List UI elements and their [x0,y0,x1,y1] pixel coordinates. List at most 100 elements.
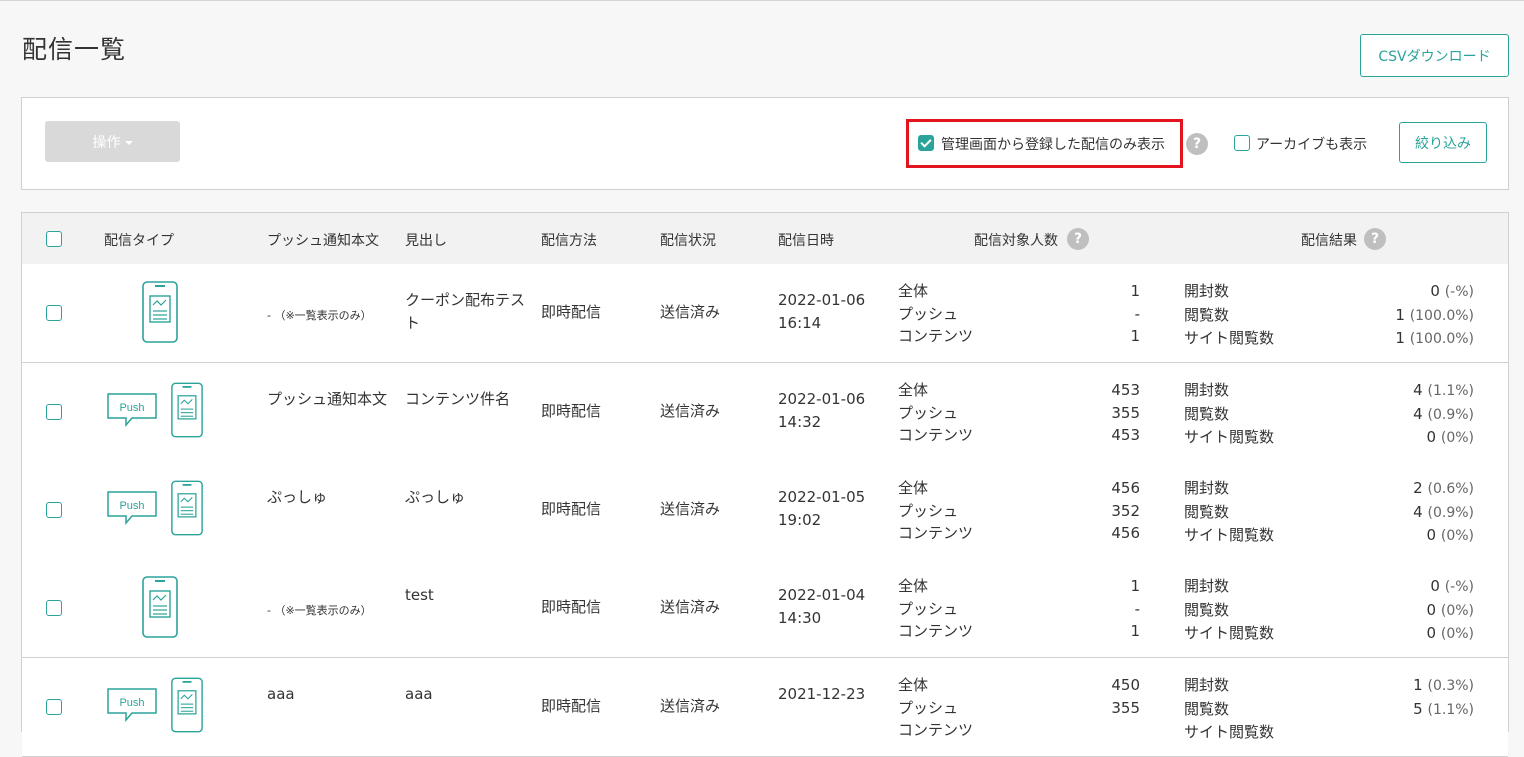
stat-label: コンテンツ [898,622,974,640]
stat-label: コンテンツ [898,327,974,345]
phone-content-icon [171,480,203,540]
header-results: 配信結果 [1301,233,1357,249]
delivery-time: 14:30 [778,609,822,627]
result-percent: (0%) [1440,528,1474,544]
result-label: サイト閲覧数 [1184,329,1275,347]
delivery-date: 2022-01-06 [778,390,866,408]
push-body: プッシュ通知本文 [267,390,388,408]
stat-label: プッシュ [898,304,959,323]
delivery-time: 19:02 [778,511,822,529]
result-value: 0 [1426,624,1437,642]
push-body: ぷっしゅ [267,488,328,506]
result-label: 閲覧数 [1184,699,1230,718]
stat-value: 355 [1111,403,1140,422]
heading[interactable]: クーポン配布テスト [405,289,525,335]
delivery-datetime: 2022-01-04 14:30 [778,584,865,630]
row-checkbox[interactable] [46,305,62,321]
result-value: 0 [1426,428,1437,446]
header-status: 配信状況 [660,233,716,249]
csv-download-button[interactable]: CSVダウンロード [1360,34,1509,77]
phone-content-icon [142,281,178,347]
result-percent: (1.1%) [1427,383,1475,399]
delivery-datetime: 2021-12-23 [778,683,865,706]
heading[interactable]: aaa [405,683,525,706]
stat-label: コンテンツ [898,426,974,444]
delivery-status: 送信済み [660,500,721,518]
admin-only-checkbox[interactable] [918,135,934,151]
delivery-table: 配信タイプ プッシュ通知本文 見出し 配信方法 配信状況 配信日時 配信対象人数… [21,212,1509,757]
header-heading: 見出し [405,233,447,249]
heading[interactable]: ぷっしゅ [405,486,525,509]
archive-label: アーカイブも表示 [1256,137,1368,153]
result-value: 1 [1395,305,1405,324]
header-push-body: プッシュ通知本文 [267,233,379,249]
result-label: 閲覧数 [1184,404,1230,423]
narrow-down-button[interactable]: 絞り込み [1399,122,1487,163]
operations-dropdown-button[interactable]: 操作 [45,121,180,162]
stat-value: 456 [1111,524,1140,542]
svg-text:Push: Push [119,402,144,414]
stat-label: プッシュ [898,698,959,717]
result-percent: (100.0%) [1409,331,1474,347]
push-body: - （※一覧表示のみ） [267,604,372,617]
caret-down-icon [124,140,133,145]
result-percent: (0%) [1440,602,1474,619]
row-checkbox[interactable] [46,699,62,715]
stat-value: 450 [1111,676,1140,694]
target-counts: 全体 453 プッシュ 355 コンテンツ 453 [898,379,1140,447]
delivery-method: 即時配信 [541,402,602,420]
help-icon[interactable]: ? [1186,133,1208,155]
help-icon[interactable]: ? [1364,228,1386,250]
result-percent: (0.3%) [1427,678,1475,694]
delivery-method: 即時配信 [541,303,602,321]
heading[interactable]: コンテンツ件名 [405,388,525,411]
push-bubble-icon: Push [106,391,158,431]
stat-value: 1 [1130,282,1140,300]
delivery-status: 送信済み [660,402,721,420]
phone-content-icon [171,677,203,737]
stat-label: 全体 [898,282,929,300]
stat-label: プッシュ [898,501,959,520]
row-checkbox[interactable] [46,502,62,518]
result-label: 閲覧数 [1184,305,1230,324]
delivery-results: 開封数 4 (1.1%) 閲覧数 4 (0.9%) サイト閲覧数 0 (0%) [1184,379,1474,450]
row-checkbox[interactable] [46,404,62,420]
delivery-method: 即時配信 [541,598,602,616]
stat-value: - [1134,599,1140,618]
result-label: サイト閲覧数 [1184,723,1275,741]
delivery-datetime: 2022-01-06 14:32 [778,388,865,434]
result-label: サイト閲覧数 [1184,624,1275,642]
stat-label: 全体 [898,577,929,595]
result-value: 1 [1413,676,1423,694]
push-bubble-icon: Push [106,489,158,529]
stat-label: コンテンツ [898,524,974,542]
select-all-checkbox[interactable] [46,231,62,247]
delivery-time: 14:32 [778,413,822,431]
phone-content-icon [142,576,178,642]
delivery-method: 即時配信 [541,697,602,715]
delivery-status: 送信済み [660,303,721,321]
heading[interactable]: test [405,584,525,607]
result-percent: (-%) [1444,284,1474,300]
top-divider [0,0,1524,1]
result-label: 開封数 [1184,479,1230,497]
stat-label: コンテンツ [898,721,974,739]
archive-checkbox[interactable] [1234,135,1250,151]
result-label: サイト閲覧数 [1184,428,1275,446]
row-checkbox[interactable] [46,600,62,616]
push-bubble-icon: Push [106,686,158,726]
table-row: - （※一覧表示のみ） test 即時配信 送信済み 2022-01-04 14:30 全体… [22,559,1508,658]
result-percent: (0.9%) [1427,504,1475,521]
stat-value: 1 [1130,622,1140,640]
result-percent: (-%) [1444,579,1474,595]
stat-label: プッシュ [898,599,959,618]
result-value: 0 [1430,577,1440,595]
delivery-date: 2022-01-06 [778,291,866,309]
help-icon[interactable]: ? [1067,228,1089,250]
filter-panel: 操作 管理画面から登録した配信のみ表示 ? アーカイブも表示 絞り込み [21,97,1509,190]
svg-text:Push: Push [119,697,144,709]
result-percent: (0%) [1440,430,1474,446]
stat-value: - [1134,304,1140,323]
page-title: 配信一覧 [22,35,127,64]
delivery-results: 開封数 1 (0.3%) 閲覧数 5 (1.1%) サイト閲覧数 [1184,674,1474,744]
